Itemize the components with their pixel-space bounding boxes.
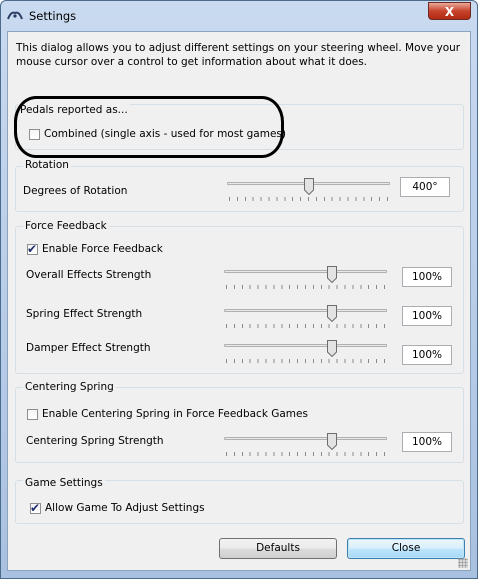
enable-centering-spring-row[interactable]: Enable Centering Spring in Force Feedbac…: [27, 408, 308, 420]
centering-strength-label: Centering Spring Strength: [26, 435, 164, 447]
slider-thumb[interactable]: [304, 178, 314, 195]
centering-spring-group-label: Centering Spring: [23, 381, 116, 393]
window-title: Settings: [29, 9, 77, 23]
slider-thumb[interactable]: [327, 305, 337, 322]
allow-game-adjust-row[interactable]: ✔ Allow Game To Adjust Settings: [30, 500, 205, 515]
resize-grip[interactable]: [458, 558, 468, 568]
game-settings-group-label: Game Settings: [23, 477, 105, 489]
game-settings-group: Game Settings ✔ Allow Game To Adjust Set…: [15, 477, 464, 524]
slider-track: [224, 344, 387, 347]
close-icon: X: [444, 5, 455, 19]
check-icon: ✔: [27, 241, 38, 256]
defaults-button[interactable]: Defaults: [219, 538, 337, 559]
slider-ticks: [226, 359, 385, 363]
enable-force-feedback-label: Enable Force Feedback: [42, 243, 163, 255]
degrees-of-rotation-label: Degrees of Rotation: [23, 185, 128, 197]
force-feedback-group-label: Force Feedback: [23, 220, 109, 232]
overall-effects-value[interactable]: 100%: [402, 267, 452, 287]
enable-force-feedback-checkbox[interactable]: ✔: [27, 241, 38, 256]
overall-effects-slider[interactable]: [224, 266, 387, 292]
damper-effect-label: Damper Effect Strength: [26, 342, 151, 354]
slider-ticks: [226, 285, 385, 289]
centering-strength-value[interactable]: 100%: [402, 432, 452, 452]
slider-thumb[interactable]: [327, 266, 337, 283]
rotation-group-label: Rotation: [23, 159, 71, 171]
annotation-ellipse: [14, 96, 284, 158]
centering-strength-slider[interactable]: [224, 433, 387, 459]
enable-centering-spring-checkbox[interactable]: [27, 408, 38, 420]
overall-effects-label: Overall Effects Strength: [26, 269, 152, 281]
enable-force-feedback-row[interactable]: ✔ Enable Force Feedback: [27, 241, 163, 256]
intro-text: This dialog allows you to adjust differe…: [16, 42, 461, 68]
degrees-of-rotation-value[interactable]: 400°: [400, 177, 450, 197]
degrees-of-rotation-slider[interactable]: [227, 178, 390, 204]
spring-effect-slider[interactable]: [224, 305, 387, 331]
force-feedback-group: Force Feedback ✔ Enable Force Feedback O…: [15, 220, 464, 374]
slider-track: [224, 437, 387, 440]
window-close-button[interactable]: X: [428, 2, 471, 20]
damper-effect-slider[interactable]: [224, 340, 387, 366]
steering-wheel-icon: [7, 11, 23, 20]
centering-spring-group: Centering Spring Enable Centering Spring…: [15, 381, 464, 463]
check-icon: ✔: [30, 500, 41, 515]
title-bar[interactable]: Settings X: [1, 1, 477, 31]
slider-ticks: [226, 324, 385, 328]
slider-track: [224, 270, 387, 273]
slider-ticks: [226, 452, 385, 456]
allow-game-adjust-label: Allow Game To Adjust Settings: [45, 502, 205, 514]
slider-ticks: [229, 197, 388, 201]
slider-thumb[interactable]: [327, 340, 337, 357]
settings-window: Settings X This dialog allows you to adj…: [0, 0, 478, 579]
slider-track: [224, 309, 387, 312]
close-button[interactable]: Close: [347, 538, 465, 559]
allow-game-adjust-checkbox[interactable]: ✔: [30, 500, 41, 515]
spring-effect-label: Spring Effect Strength: [26, 308, 143, 320]
slider-thumb[interactable]: [327, 433, 337, 450]
damper-effect-value[interactable]: 100%: [402, 345, 452, 365]
enable-centering-spring-label: Enable Centering Spring in Force Feedbac…: [42, 408, 308, 420]
spring-effect-value[interactable]: 100%: [402, 306, 452, 326]
rotation-group: Rotation Degrees of Rotation 400°: [15, 159, 464, 212]
